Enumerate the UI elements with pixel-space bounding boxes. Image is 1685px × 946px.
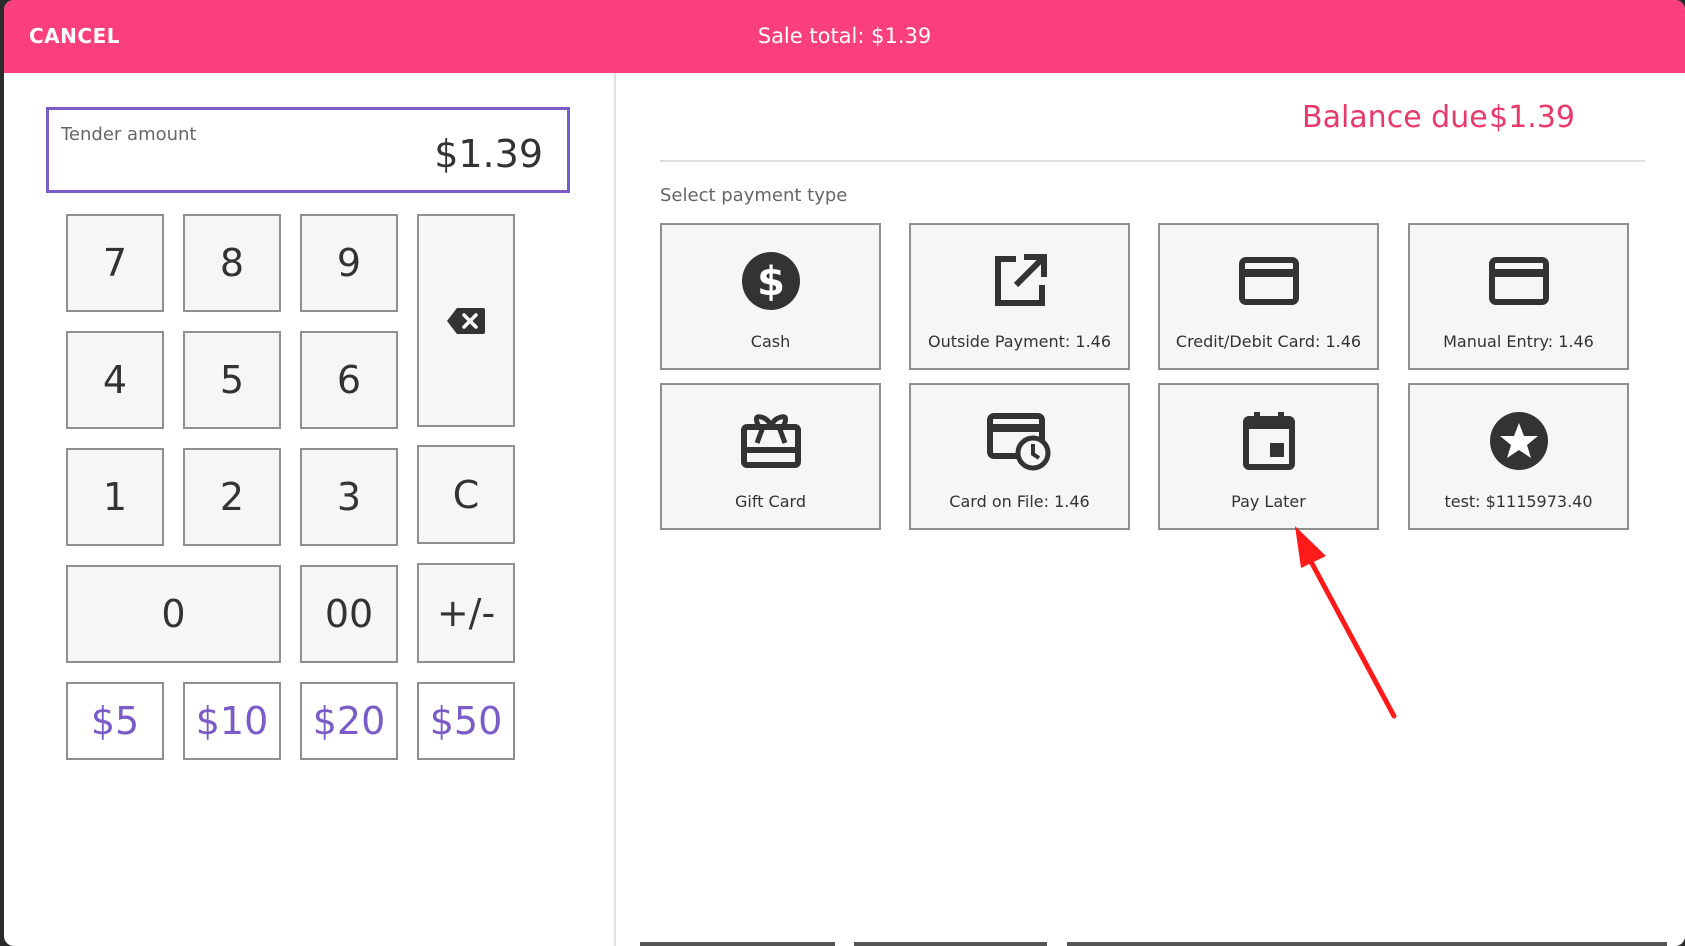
key-4[interactable]: 4 — [66, 331, 164, 429]
dollar-circle-icon: $ — [741, 252, 800, 310]
payment-dialog: CANCEL Sale total: $1.39 Tender amount $… — [4, 0, 1685, 946]
keypad-panel: Tender amount $1.39 7 8 9 4 5 6 1 2 3 C … — [4, 73, 616, 946]
open-external-icon — [994, 254, 1047, 306]
payment-type-label: Pay Later — [1231, 492, 1306, 511]
sign-toggle-button[interactable]: +/- — [417, 563, 515, 663]
tender-amount-label: Tender amount — [61, 124, 197, 145]
divider — [660, 160, 1645, 162]
payment-type-label: Gift Card — [735, 492, 806, 511]
key-00[interactable]: 00 — [300, 565, 398, 663]
payment-type-label: test: $1115973.40 — [1444, 492, 1593, 511]
calendar-icon — [1242, 412, 1295, 470]
payment-type-label: Manual Entry: 1.46 — [1443, 332, 1594, 351]
payment-type-label: Outside Payment: 1.46 — [927, 332, 1112, 351]
backspace-button[interactable] — [417, 214, 515, 427]
key-2[interactable]: 2 — [183, 448, 281, 546]
credit-card-icon — [1238, 257, 1299, 305]
tender-amount-field[interactable]: Tender amount $1.39 — [46, 107, 570, 193]
balance-due-label: Balance due — [1302, 100, 1488, 135]
key-7[interactable]: 7 — [66, 214, 164, 312]
payment-type-label: Cash — [750, 332, 791, 351]
payment-test-button[interactable]: test: $1115973.40 — [1408, 383, 1629, 530]
payment-cash-button[interactable]: $ Cash — [660, 223, 881, 370]
quick-amount-5-button[interactable]: $5 — [66, 682, 164, 760]
payment-card-on-file-button[interactable]: Card on File: 1.46 — [909, 383, 1130, 530]
key-0[interactable]: 0 — [66, 565, 281, 663]
quick-amount-50-button[interactable]: $50 — [417, 682, 515, 760]
payment-pay-later-button[interactable]: Pay Later — [1158, 383, 1379, 530]
key-9[interactable]: 9 — [300, 214, 398, 312]
key-1[interactable]: 1 — [66, 448, 164, 546]
select-payment-type-label: Select payment type — [660, 185, 848, 206]
quick-amount-10-button[interactable]: $10 — [183, 682, 281, 760]
key-3[interactable]: 3 — [300, 448, 398, 546]
gift-card-icon — [740, 414, 801, 468]
sale-total: Sale total: $1.39 — [757, 24, 932, 48]
backspace-icon — [447, 307, 485, 334]
balance-due-value: $1.39 — [1489, 100, 1575, 135]
key-5[interactable]: 5 — [183, 331, 281, 429]
payment-type-label: Credit/Debit Card: 1.46 — [1175, 332, 1362, 351]
header-bar: CANCEL Sale total: $1.39 — [4, 0, 1685, 73]
payment-gift-card-button[interactable]: Gift Card — [660, 383, 881, 530]
star-circle-icon — [1489, 412, 1548, 470]
payment-type-label: Card on File: 1.46 — [949, 492, 1090, 511]
clear-button[interactable]: C — [417, 445, 515, 544]
key-8[interactable]: 8 — [183, 214, 281, 312]
quick-amount-20-button[interactable]: $20 — [300, 682, 398, 760]
card-clock-icon — [986, 413, 1050, 471]
payment-outside-button[interactable]: Outside Payment: 1.46 — [909, 223, 1130, 370]
payment-credit-debit-button[interactable]: Credit/Debit Card: 1.46 — [1158, 223, 1379, 370]
payment-panel: Balance due $1.39 Select payment type $ … — [616, 73, 1685, 946]
credit-card-icon — [1488, 257, 1549, 305]
tender-amount-value: $1.39 — [434, 132, 543, 176]
payment-manual-entry-button[interactable]: Manual Entry: 1.46 — [1408, 223, 1629, 370]
key-6[interactable]: 6 — [300, 331, 398, 429]
svg-text:$: $ — [757, 259, 785, 305]
